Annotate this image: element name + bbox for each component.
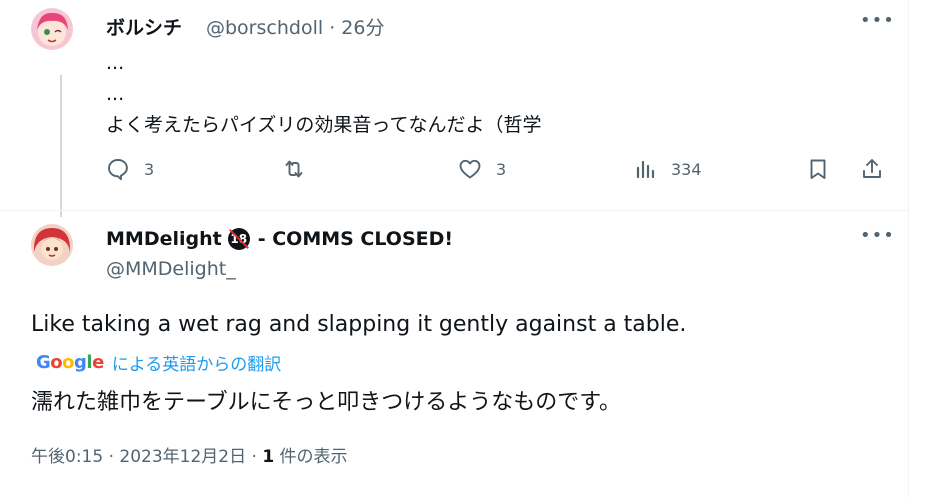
- display-name[interactable]: ボルシチ: [106, 13, 182, 40]
- views-label: 件の表示: [274, 447, 348, 467]
- display-name[interactable]: MMDelight: [106, 228, 222, 250]
- bookmark-button[interactable]: [806, 157, 830, 181]
- avatar[interactable]: [31, 224, 73, 266]
- bookmark-icon: [810, 159, 826, 179]
- analytics-icon: [636, 160, 655, 179]
- share-button[interactable]: [860, 157, 884, 181]
- separator: ·: [329, 17, 336, 39]
- like-count: 3: [496, 159, 507, 179]
- tweet-actions: 3 3 334: [106, 157, 896, 187]
- adult-badge-icon: 18: [227, 228, 250, 250]
- reply-icon: [108, 159, 128, 181]
- views-count: 334: [671, 159, 702, 179]
- translated-text: 濡れた雑巾をテーブルにそっと叩きつけるようなものです。: [31, 390, 622, 415]
- tweet-text: Like taking a wet rag and slapping it ge…: [31, 312, 687, 337]
- retweet-button[interactable]: [282, 157, 306, 181]
- divider: [0, 210, 908, 211]
- display-name-row: MMDelight 18 - COMMS CLOSED!: [106, 228, 453, 250]
- more-options-icon[interactable]: •••: [860, 10, 895, 31]
- google-logo-icon: Google: [36, 352, 104, 373]
- views-count: 1: [262, 447, 275, 467]
- timeline-column: ボルシチ @borschdoll · 26分 ••• ... ... よく考えた…: [0, 0, 909, 497]
- like-button[interactable]: 3: [458, 157, 506, 181]
- display-name-suffix: - COMMS CLOSED!: [257, 228, 454, 250]
- tweet-text-line: よく考えたらパイズリの効果音ってなんだよ（哲学: [106, 114, 542, 136]
- share-icon: [863, 159, 881, 178]
- reply-button[interactable]: 3: [106, 157, 154, 181]
- handle[interactable]: @borschdoll: [206, 17, 323, 39]
- tweet-footer: 午後0:15 · 2023年12月2日 · 1 件の表示: [31, 442, 348, 467]
- translation-label[interactable]: による英語からの翻訳: [112, 350, 282, 375]
- timestamp[interactable]: 26分: [341, 17, 384, 39]
- views-button[interactable]: 334: [633, 157, 702, 181]
- heart-icon: [459, 159, 481, 179]
- retweet-icon: [285, 160, 303, 178]
- handle[interactable]: @MMDelight_: [106, 258, 236, 280]
- thread-line: [60, 75, 62, 217]
- more-options-icon[interactable]: •••: [860, 225, 895, 246]
- avatar[interactable]: [31, 8, 73, 50]
- timestamp[interactable]: 午後0:15 · 2023年12月2日 ·: [31, 447, 262, 467]
- reply-count: 3: [144, 159, 155, 179]
- handle-and-time: @borschdoll · 26分: [206, 13, 384, 40]
- tweet-text-line: ...: [106, 52, 125, 74]
- translation-attribution[interactable]: Google による英語からの翻訳: [36, 350, 281, 375]
- tweet-text-line: ...: [106, 83, 125, 105]
